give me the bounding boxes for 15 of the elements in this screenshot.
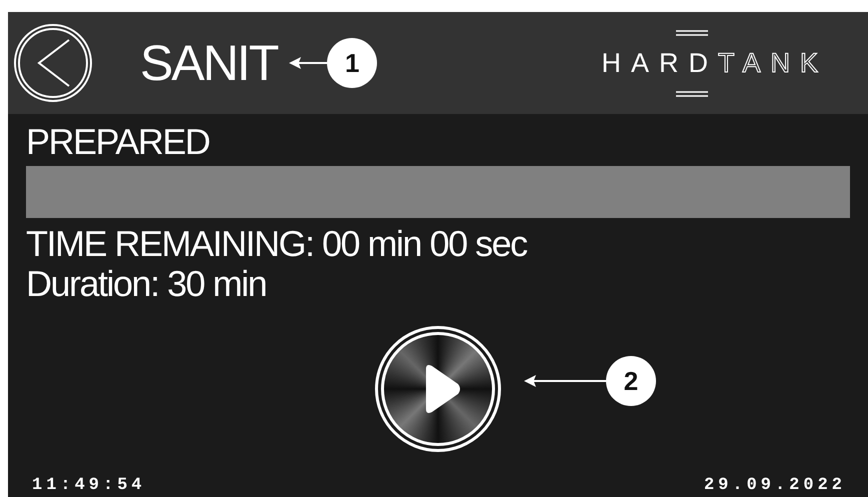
date-text: 29.09.2022 — [704, 476, 846, 495]
time-remaining: TIME REMAINING: 00 min 00 sec — [26, 224, 527, 264]
logo-lines-icon — [676, 90, 708, 96]
play-button[interactable] — [375, 326, 501, 452]
logo: HARD TANK — [601, 50, 828, 76]
back-button[interactable] — [14, 24, 92, 102]
status-text: PREPARED — [26, 122, 210, 162]
callout-badge: 2 — [606, 356, 656, 406]
logo-lines-icon — [676, 30, 708, 36]
callout-badge: 1 — [327, 38, 378, 88]
page-title: SANIT — [140, 38, 278, 88]
arrow — [287, 56, 328, 70]
clock-time: 11:49:54 — [32, 476, 146, 495]
chevron-left-icon — [35, 38, 71, 88]
duration-text: Duration: 30 min — [26, 264, 266, 304]
